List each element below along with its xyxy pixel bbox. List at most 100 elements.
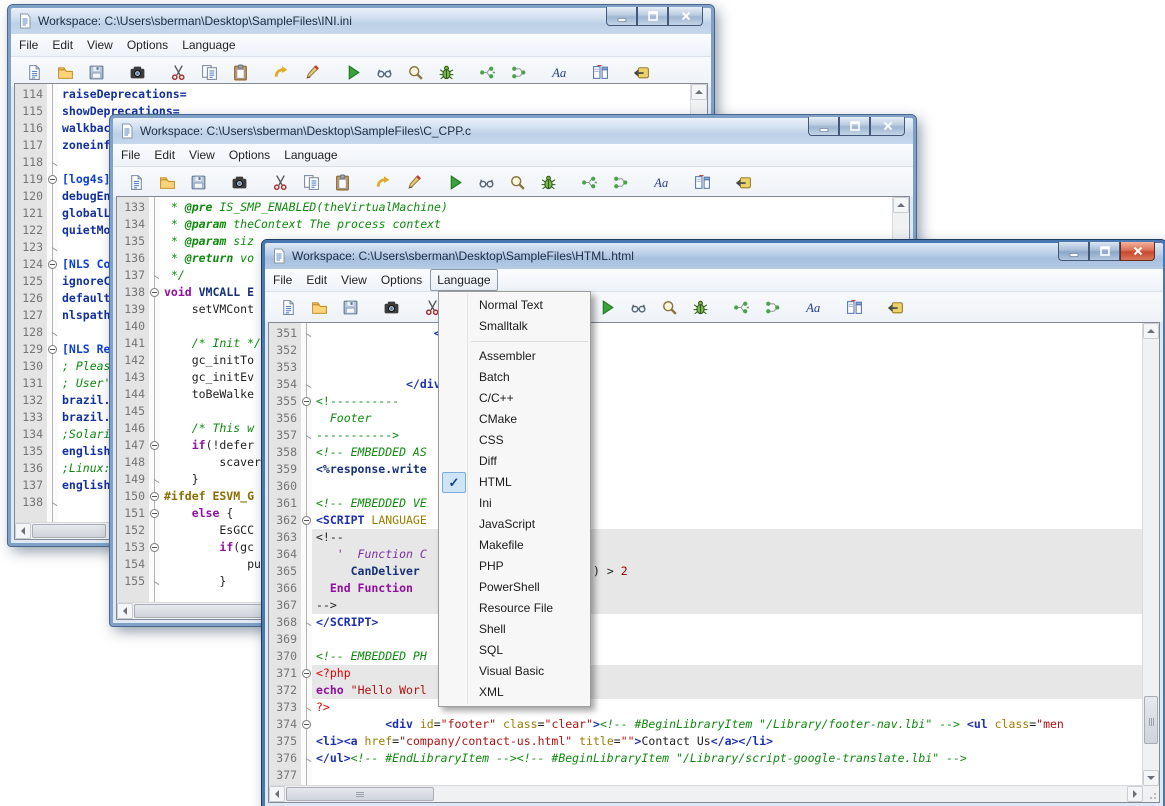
scroll-left-button[interactable] — [117, 603, 133, 619]
scroll-up-button[interactable] — [893, 197, 909, 213]
font-style-icon[interactable]: Aa — [551, 64, 568, 81]
reorder-nodes-icon[interactable] — [612, 174, 629, 191]
fold-collapse-icon[interactable] — [149, 505, 160, 522]
language-option-php[interactable]: PHP — [439, 556, 590, 577]
open-folder-icon[interactable] — [57, 64, 74, 81]
save-file-icon[interactable] — [88, 64, 105, 81]
run-play-icon[interactable] — [345, 64, 362, 81]
split-view-icon[interactable] — [592, 64, 609, 81]
language-option-assembler[interactable]: Assembler — [439, 346, 590, 367]
menu-view[interactable]: View — [335, 270, 373, 290]
open-folder-icon[interactable] — [159, 174, 176, 191]
scroll-down-button[interactable] — [1143, 770, 1159, 786]
close-button[interactable] — [870, 117, 905, 136]
maximize-button[interactable] — [1089, 242, 1120, 261]
menu-options[interactable]: Options — [223, 145, 276, 165]
minimize-button[interactable] — [808, 117, 839, 136]
menu-edit[interactable]: Edit — [148, 145, 181, 165]
editor[interactable]: 351 </352353354 </div>355<!----------356… — [268, 322, 1160, 803]
cut-scissors-icon[interactable] — [170, 64, 187, 81]
expand-nodes-icon[interactable] — [733, 299, 750, 316]
run-play-icon[interactable] — [447, 174, 464, 191]
language-option-makefile[interactable]: Makefile — [439, 535, 590, 556]
copy-pages-icon[interactable] — [303, 174, 320, 191]
titlebar[interactable]: Workspace: C:\Users\sberman\Desktop\Samp… — [265, 243, 1163, 269]
reorder-nodes-icon[interactable] — [764, 299, 781, 316]
debug-bug-icon[interactable] — [540, 174, 557, 191]
new-file-icon[interactable] — [26, 64, 43, 81]
fold-collapse-icon[interactable] — [47, 171, 58, 188]
language-option-powershell[interactable]: PowerShell — [439, 577, 590, 598]
language-option-html[interactable]: HTML✓ — [439, 472, 590, 493]
capture-camera-icon[interactable] — [231, 174, 248, 191]
fold-collapse-icon[interactable] — [301, 393, 312, 410]
language-option-cmake[interactable]: CMake — [439, 409, 590, 430]
menu-language[interactable]: Language — [176, 35, 241, 55]
language-option-xml[interactable]: XML — [439, 682, 590, 703]
menu-language[interactable]: Language — [278, 145, 343, 165]
format-pen-icon[interactable] — [304, 64, 321, 81]
font-style-icon[interactable]: Aa — [653, 174, 670, 191]
menu-file[interactable]: File — [115, 145, 146, 165]
exit-workspace-icon[interactable] — [887, 299, 904, 316]
fold-collapse-icon[interactable] — [47, 341, 58, 358]
format-pen-icon[interactable] — [406, 174, 423, 191]
language-option-javascript[interactable]: JavaScript — [439, 514, 590, 535]
fold-collapse-icon[interactable] — [47, 256, 58, 273]
new-file-icon[interactable] — [128, 174, 145, 191]
expand-nodes-icon[interactable] — [479, 64, 496, 81]
search-magnifier-icon[interactable] — [407, 64, 424, 81]
split-view-icon[interactable] — [846, 299, 863, 316]
capture-camera-icon[interactable] — [129, 64, 146, 81]
capture-camera-icon[interactable] — [383, 299, 400, 316]
language-option-smalltalk[interactable]: Smalltalk — [439, 316, 590, 337]
exit-workspace-icon[interactable] — [633, 64, 650, 81]
scroll-right-button[interactable] — [1127, 786, 1143, 802]
menu-options[interactable]: Options — [121, 35, 174, 55]
language-option-normal-text[interactable]: Normal Text — [439, 295, 590, 316]
fold-collapse-icon[interactable] — [149, 539, 160, 556]
language-option-css[interactable]: CSS — [439, 430, 590, 451]
language-option-c-c-[interactable]: C/C++ — [439, 388, 590, 409]
preview-glasses-icon[interactable] — [630, 299, 647, 316]
reorder-nodes-icon[interactable] — [510, 64, 527, 81]
copy-pages-icon[interactable] — [201, 64, 218, 81]
exit-workspace-icon[interactable] — [735, 174, 752, 191]
hscroll-thumb[interactable] — [286, 787, 434, 801]
open-folder-icon[interactable] — [311, 299, 328, 316]
titlebar[interactable]: Workspace: C:\Users\sberman\Desktop\Samp… — [11, 8, 711, 34]
search-magnifier-icon[interactable] — [509, 174, 526, 191]
menu-file[interactable]: File — [267, 270, 298, 290]
minimize-button[interactable] — [606, 7, 637, 26]
language-option-shell[interactable]: Shell — [439, 619, 590, 640]
save-file-icon[interactable] — [190, 174, 207, 191]
scroll-left-button[interactable] — [269, 786, 285, 802]
menu-language[interactable]: Language — [430, 269, 497, 291]
save-file-icon[interactable] — [342, 299, 359, 316]
paste-clipboard-icon[interactable] — [232, 64, 249, 81]
paste-clipboard-icon[interactable] — [334, 174, 351, 191]
close-button[interactable] — [668, 7, 703, 26]
search-magnifier-icon[interactable] — [661, 299, 678, 316]
debug-bug-icon[interactable] — [692, 299, 709, 316]
cut-scissors-icon[interactable] — [272, 174, 289, 191]
scroll-up-button[interactable] — [691, 84, 707, 100]
language-option-ini[interactable]: Ini — [439, 493, 590, 514]
scroll-up-button[interactable] — [1143, 323, 1159, 339]
resize-grip[interactable] — [1143, 786, 1159, 802]
fold-collapse-icon[interactable] — [301, 716, 312, 733]
fold-collapse-icon[interactable] — [149, 284, 160, 301]
fold-collapse-icon[interactable] — [301, 512, 312, 529]
new-file-icon[interactable] — [280, 299, 297, 316]
language-option-diff[interactable]: Diff — [439, 451, 590, 472]
menu-file[interactable]: File — [13, 35, 44, 55]
close-button[interactable] — [1120, 242, 1155, 261]
menu-options[interactable]: Options — [375, 270, 428, 290]
menu-view[interactable]: View — [81, 35, 119, 55]
minimize-button[interactable] — [1058, 242, 1089, 261]
menu-edit[interactable]: Edit — [300, 270, 333, 290]
undo-arrow-icon[interactable] — [375, 174, 392, 191]
undo-arrow-icon[interactable] — [273, 64, 290, 81]
preview-glasses-icon[interactable] — [478, 174, 495, 191]
scroll-left-button[interactable] — [15, 523, 31, 539]
